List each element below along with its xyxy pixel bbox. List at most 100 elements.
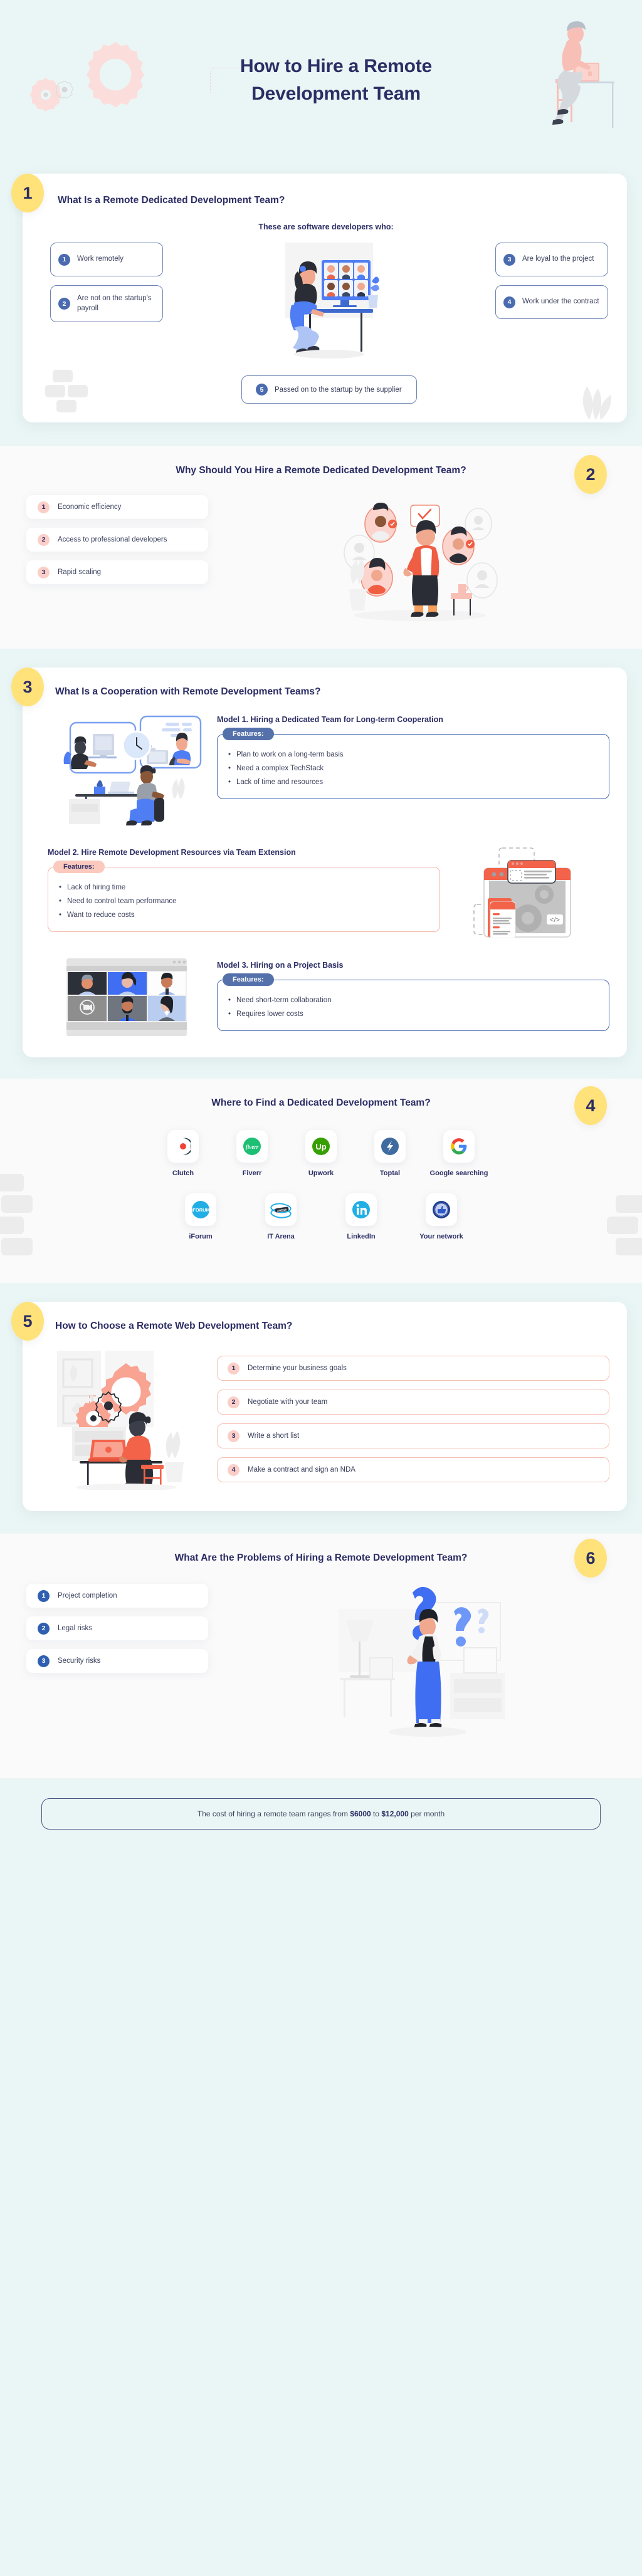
logo-label: Your network: [419, 1233, 463, 1240]
logo-item-toptal[interactable]: Toptal: [364, 1130, 416, 1177]
iforum-logo: iFORUM: [185, 1193, 216, 1226]
features-tag: Features:: [223, 973, 274, 987]
logo-item-it-arena[interactable]: ARENA IT Arena: [255, 1193, 307, 1240]
model-3-title: Model 3. Hiring on a Project Basis: [217, 961, 344, 970]
brick-decoration-left: [0, 1174, 33, 1255]
section-4-header: Where to Find a Dedicated Development Te…: [0, 1086, 642, 1125]
item-label: Access to professional developers: [58, 536, 167, 543]
model-3: Model 3. Hiring on a Project Basis Featu…: [48, 957, 609, 1039]
item-label: Negotiate with your team: [248, 1398, 328, 1406]
toptal-logo: [374, 1130, 406, 1163]
section-4: Where to Find a Dedicated Development Te…: [0, 1079, 642, 1283]
brick-decoration: [45, 370, 88, 412]
page-title-line1: How to Hire a Remote: [239, 56, 433, 76]
logo-item-clutch[interactable]: Clutch: [157, 1130, 209, 1177]
clutch-logo: [167, 1130, 199, 1163]
feature-item: Requires lower costs: [226, 1008, 600, 1022]
section-6: What Are the Problems of Hiring a Remote…: [0, 1534, 642, 1778]
item-number: 2: [228, 1396, 239, 1408]
item-number: 1: [38, 1589, 50, 1602]
list-item[interactable]: 1 Project completion: [26, 1584, 208, 1608]
item-number: 4: [228, 1463, 239, 1476]
logo-item-linkedin[interactable]: LinkedIn: [335, 1193, 387, 1240]
feature-item: Need to control team performance: [57, 895, 431, 909]
model-2-feature-list: Lack of hiring time Need to control team…: [57, 881, 431, 923]
section-2-body: 1 Economic efficiency 2 Access to profes…: [0, 495, 642, 624]
features-tag: Features:: [223, 728, 274, 741]
logo-label: IT Arena: [267, 1233, 295, 1240]
model-3-features-box: Features: Need short-term collaboration …: [217, 973, 609, 1031]
list-item[interactable]: 1 Determine your business goals: [217, 1356, 609, 1381]
logo-item-your-network[interactable]: Your network: [416, 1193, 467, 1240]
list-item[interactable]: 3 Security risks: [26, 1649, 208, 1673]
section-1-subtitle: These are software developers who:: [258, 223, 394, 231]
item-label: Passed on to the startup by the supplier: [275, 385, 402, 394]
section-1-title: What Is a Remote Dedicated Development T…: [58, 195, 285, 206]
dashed-connector: [209, 67, 240, 93]
feature-item: Lack of hiring time: [57, 881, 431, 895]
gear-large-icon: [87, 41, 144, 108]
svg-text:fiverr: fiverr: [246, 1144, 259, 1150]
section-1-illustration: [270, 243, 389, 362]
section-6-body: 1 Project completion 2 Legal risks 3 Sec…: [0, 1584, 642, 1753]
list-item[interactable]: 3 Write a short list: [217, 1423, 609, 1448]
section-1: 1 What Is a Remote Dedicated Development…: [0, 160, 642, 446]
item-label: Work under the contract: [522, 298, 599, 306]
section-1-right-column: 3 Are loyal to the project 4 Work under …: [495, 243, 608, 319]
list-item[interactable]: 1 Economic efficiency: [26, 495, 208, 519]
section-1-grid: 1 Work remotely 2 Are not on the startup…: [50, 243, 608, 362]
section-1-bottom-row: 5 Passed on to the startup by the suppli…: [45, 370, 611, 420]
section-4-logo-row-2: iFORUM iForum ARENA IT Arena LinkedIn Yo…: [0, 1193, 642, 1240]
item-number: 1: [38, 501, 50, 513]
section-2-number: 2: [574, 455, 607, 494]
section-6-number: 6: [574, 1539, 607, 1578]
section-1-number: 1: [11, 174, 44, 212]
logo-label: LinkedIn: [347, 1233, 376, 1240]
item-label: Rapid scaling: [58, 568, 102, 576]
model-3-illustration: [48, 957, 206, 1039]
item-number: 3: [38, 566, 50, 579]
item-label: Economic efficiency: [58, 503, 122, 511]
list-item[interactable]: 1 Work remotely: [50, 243, 163, 276]
logo-label: Toptal: [379, 1170, 401, 1177]
item-label: Project completion: [58, 1592, 117, 1600]
list-item[interactable]: 4 Make a contract and sign an NDA: [217, 1457, 609, 1482]
cost-text-mid: to: [371, 1809, 382, 1818]
logo-item-google[interactable]: Google searching: [430, 1130, 488, 1177]
list-item[interactable]: 3 Rapid scaling: [26, 560, 208, 584]
item-label: Are not on the startup's payroll: [77, 295, 152, 312]
logo-item-fiverr[interactable]: fiverr Fiverr: [226, 1130, 278, 1177]
svg-text:</>: </>: [550, 916, 560, 924]
item-number: 4: [503, 296, 515, 308]
logo-item-upwork[interactable]: Up Upwork: [295, 1130, 347, 1177]
section-5: 5 How to Choose a Remote Web Development…: [0, 1283, 642, 1534]
list-item[interactable]: 2 Are not on the startup's payroll: [50, 285, 163, 323]
item-number: 2: [58, 298, 70, 310]
list-item[interactable]: 3 Are loyal to the project: [495, 243, 608, 276]
model-1-title: Model 1. Hiring a Dedicated Team for Lon…: [217, 715, 443, 724]
item-number: 1: [58, 253, 70, 266]
model-1-features-box: Features: Plan to work on a long-term ba…: [217, 728, 609, 799]
item-label: Legal risks: [58, 1625, 92, 1632]
feature-item: Need short-term collaboration: [226, 994, 600, 1008]
list-item[interactable]: 5 Passed on to the startup by the suppli…: [241, 375, 417, 404]
item-label: Work remotely: [77, 255, 124, 263]
list-item[interactable]: 2 Negotiate with your team: [217, 1390, 609, 1415]
item-number: 2: [38, 533, 50, 546]
list-item[interactable]: 2 Legal risks: [26, 1616, 208, 1640]
list-item[interactable]: 4 Work under the contract: [495, 285, 608, 319]
model-1: Model 1. Hiring a Dedicated Team for Lon…: [48, 711, 609, 825]
list-item[interactable]: 2 Access to professional developers: [26, 528, 208, 552]
model-2-title: Model 2. Hire Remote Development Resourc…: [48, 848, 296, 857]
linkedin-logo: [345, 1193, 377, 1226]
cost-text-after: per month: [408, 1809, 445, 1818]
svg-text:Up: Up: [315, 1142, 326, 1151]
section-6-illustration: [224, 1584, 616, 1753]
item-label: Write a short list: [248, 1432, 300, 1440]
item-number: 3: [503, 253, 515, 266]
cost-banner-text: The cost of hiring a remote team ranges …: [197, 1809, 445, 1818]
logo-item-iforum[interactable]: iFORUM iForum: [175, 1193, 226, 1240]
cost-banner: The cost of hiring a remote team ranges …: [41, 1798, 601, 1830]
item-label: Make a contract and sign an NDA: [248, 1466, 355, 1474]
item-label: Determine your business goals: [248, 1364, 347, 1372]
